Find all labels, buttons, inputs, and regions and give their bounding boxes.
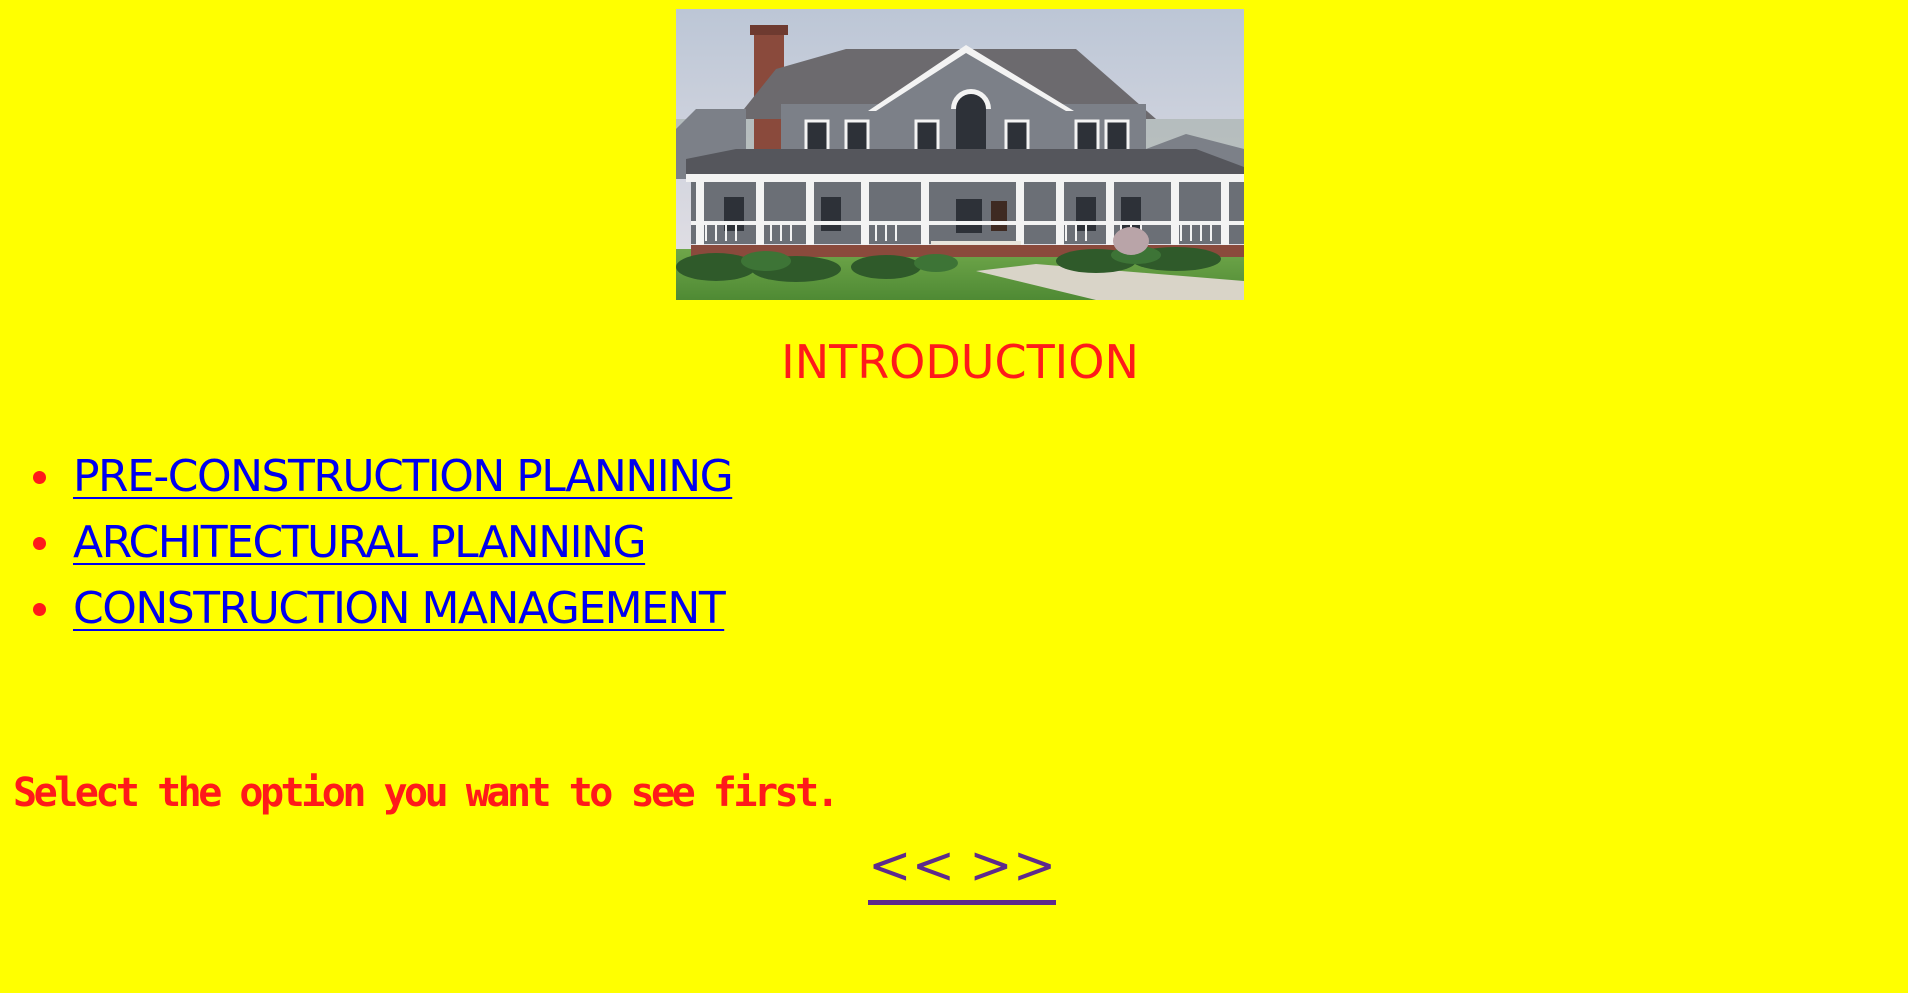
bullet-icon [33,537,46,550]
bullet-icon [33,603,46,616]
list-item: PRE-CONSTRUCTION PLANNING [30,444,734,510]
next-page-link[interactable]: >> [969,836,1056,896]
page-title: INTRODUCTION [781,335,1139,389]
pre-construction-planning-link[interactable]: PRE-CONSTRUCTION PLANNING [73,451,734,502]
list-item: ARCHITECTURAL PLANNING [30,510,732,576]
bullet-icon [33,471,46,484]
previous-page-link[interactable]: << [868,836,955,896]
architectural-planning-link[interactable]: ARCHITECTURAL PLANNING [73,517,647,568]
list-item: CONSTRUCTION MANAGEMENT [30,576,732,642]
instruction-text: Select the option you want to see first. [13,770,840,816]
option-list: PRE-CONSTRUCTION PLANNING ARCHITECTURAL … [30,444,734,642]
house-photo [676,9,1244,300]
construction-management-link[interactable]: CONSTRUCTION MANAGEMENT [73,583,726,634]
pager: << >> [868,836,1057,905]
